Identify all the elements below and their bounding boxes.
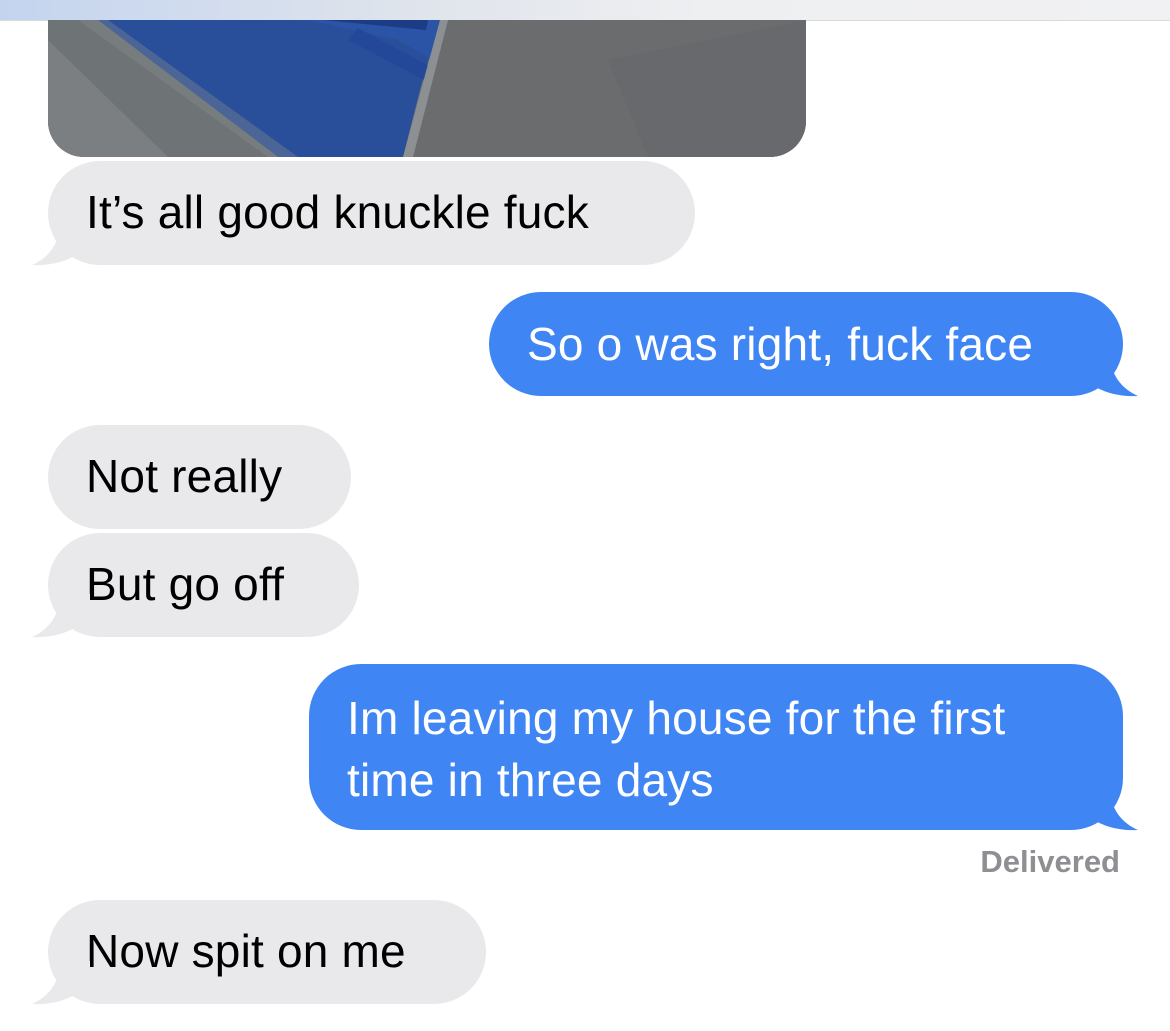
photo-image bbox=[48, 20, 806, 157]
message-text: Not really bbox=[86, 450, 283, 502]
message-bubble-received[interactable]: Now spit on me bbox=[48, 900, 486, 1004]
bubble-tail-received bbox=[32, 594, 90, 638]
message-bubble-sent[interactable]: Im leaving my house for the first time i… bbox=[309, 664, 1123, 830]
bubble-tail-received bbox=[32, 222, 90, 266]
message-bubble-sent[interactable]: So o was right, fuck face bbox=[489, 292, 1123, 396]
message-text: So o was right, fuck face bbox=[527, 318, 1034, 370]
message-text: It’s all good knuckle fuck bbox=[86, 186, 589, 238]
photo-attachment[interactable] bbox=[48, 20, 806, 157]
message-text: Im leaving my house for the first time i… bbox=[347, 692, 1006, 806]
bubble-tail-sent bbox=[1080, 787, 1138, 831]
bubble-tail-received bbox=[32, 961, 90, 1005]
message-text: But go off bbox=[86, 558, 285, 610]
top-bar-edge bbox=[0, 0, 1170, 21]
bubble-tail-sent bbox=[1080, 353, 1138, 397]
message-text: Now spit on me bbox=[86, 925, 406, 977]
message-bubble-received[interactable]: It’s all good knuckle fuck bbox=[48, 161, 695, 265]
message-bubble-received[interactable]: But go off bbox=[48, 533, 359, 637]
message-bubble-received[interactable]: Not really bbox=[48, 425, 351, 529]
delivered-status: Delivered bbox=[980, 844, 1120, 879]
